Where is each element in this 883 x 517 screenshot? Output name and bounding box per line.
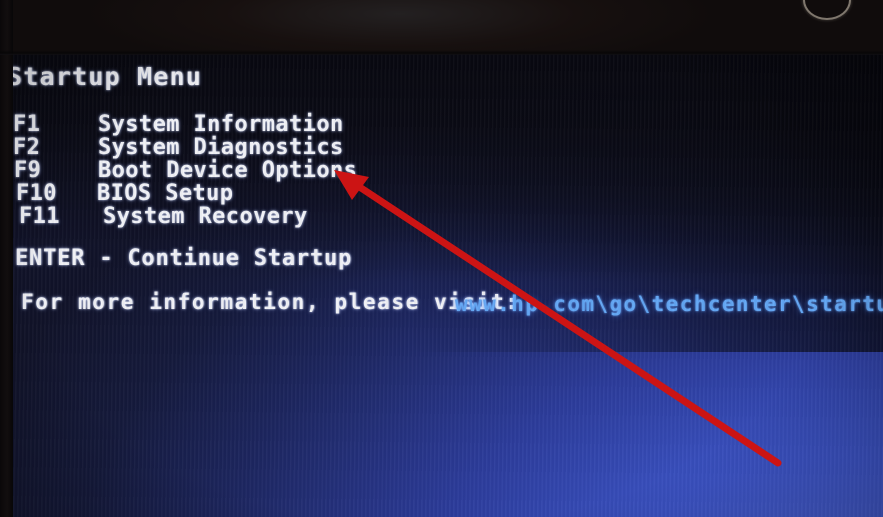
menu-key-f2: F2 bbox=[13, 135, 41, 160]
continue-startup-hint[interactable]: ENTER - Continue Startup bbox=[15, 246, 352, 271]
menu-label-f9: Boot Device Options bbox=[98, 158, 358, 183]
menu-key-f10: F10 bbox=[16, 181, 57, 206]
menu-key-f11: F11 bbox=[19, 204, 60, 229]
screen-surface: Startup Menu F1 System Information F2 Sy… bbox=[13, 52, 883, 517]
more-information-text: For more information, please visit: bbox=[21, 290, 520, 314]
menu-label-f2: System Diagnostics bbox=[98, 135, 344, 160]
monitor-bezel-left bbox=[0, 0, 13, 517]
menu-label-f11: System Recovery bbox=[103, 204, 308, 229]
bios-startup-menu-screen: Startup Menu F1 System Information F2 Sy… bbox=[0, 0, 883, 517]
monitor-bezel-edge bbox=[0, 50, 883, 55]
hp-support-url: www.hp.com\go\techcenter\startup bbox=[455, 292, 883, 316]
monitor-bezel-top bbox=[0, 0, 883, 54]
bios-text-layer: Startup Menu F1 System Information F2 Sy… bbox=[13, 52, 883, 517]
menu-key-f9: F9 bbox=[14, 158, 42, 183]
menu-label-f10: BIOS Setup bbox=[97, 181, 234, 206]
menu-label-f1: System Information bbox=[98, 112, 344, 137]
menu-key-f1: F1 bbox=[13, 112, 41, 137]
page-title: Startup Menu bbox=[13, 62, 203, 91]
